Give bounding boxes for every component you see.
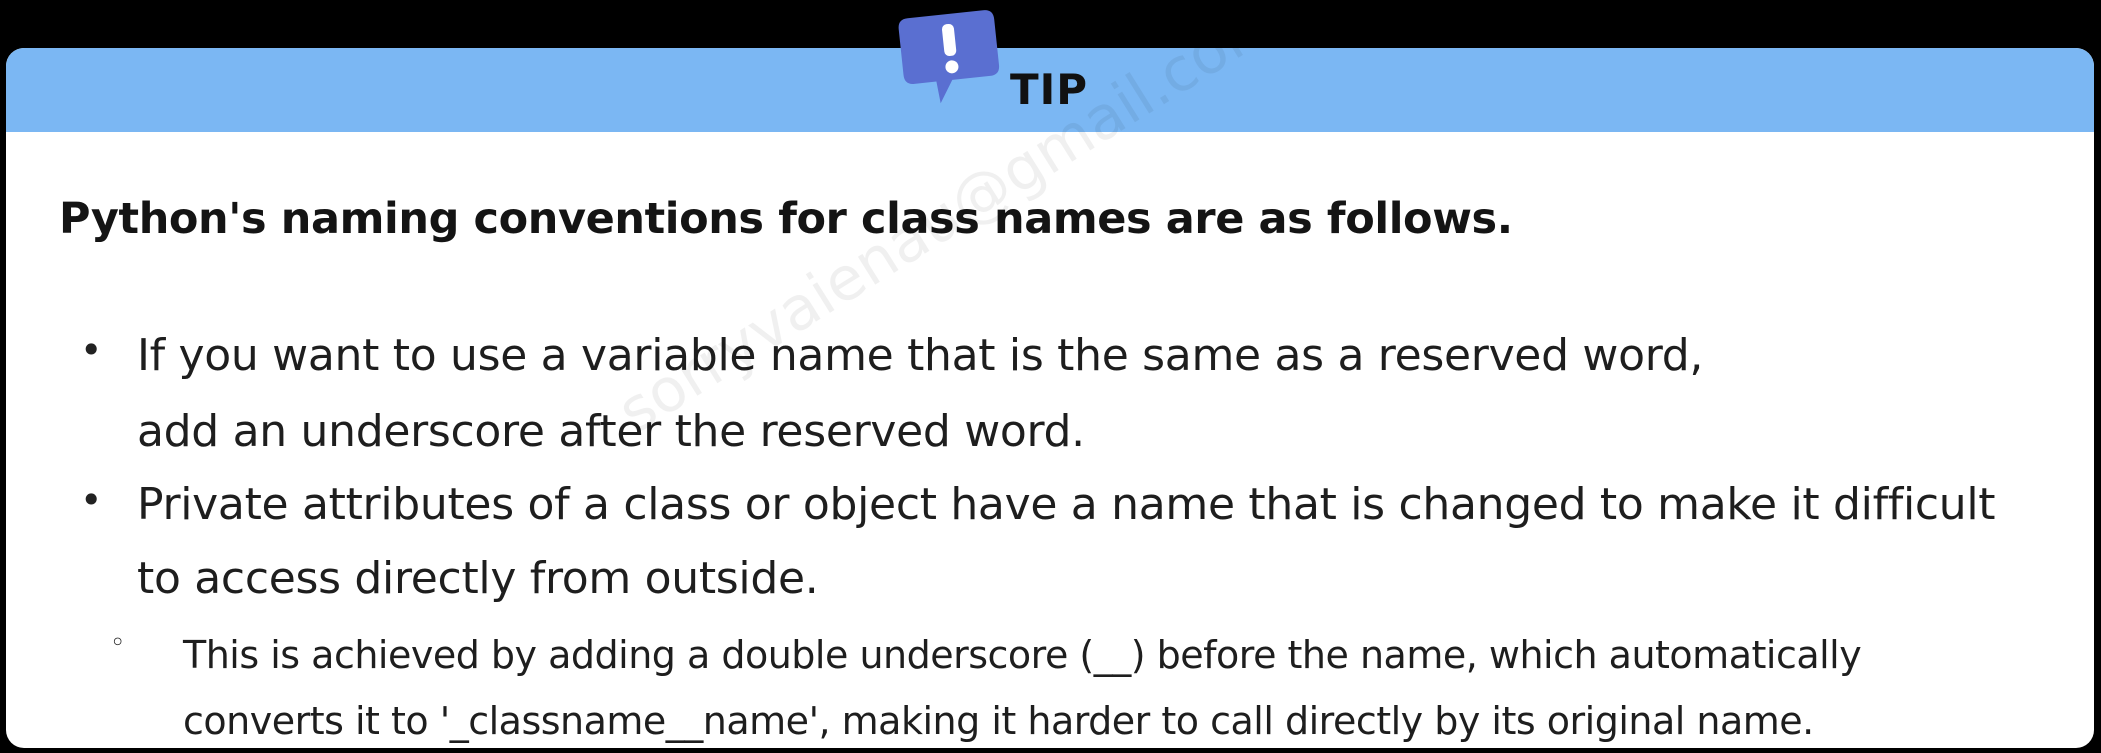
sub-bullet-marker: ◦ bbox=[110, 628, 126, 658]
exclamation-speech-bubble-icon bbox=[898, 10, 1000, 104]
bullet-item-private-attributes: Private attributes of a class or object … bbox=[137, 468, 1996, 616]
bullet-line: to access directly from outside. bbox=[137, 553, 819, 604]
bullet-item-reserved-word: If you want to use a variable name that … bbox=[137, 318, 1703, 470]
sub-bullet-item-name-mangling: This is achieved by adding a double unde… bbox=[183, 622, 1862, 748]
bullet-line: converts it to '_classname__name', makin… bbox=[183, 699, 1814, 743]
tip-heading: Python's naming conventions for class na… bbox=[59, 194, 1513, 244]
tip-card: Python's naming conventions for class na… bbox=[6, 48, 2094, 748]
bullet-line: add an underscore after the reserved wor… bbox=[137, 406, 1085, 457]
bullet-marker: • bbox=[80, 328, 103, 372]
bullet-marker: • bbox=[80, 478, 103, 522]
tip-label: TIP bbox=[1010, 65, 1089, 114]
bullet-line: This is achieved by adding a double unde… bbox=[183, 633, 1862, 677]
bullet-line: Private attributes of a class or object … bbox=[137, 479, 1996, 530]
tip-content: Python's naming conventions for class na… bbox=[6, 48, 2094, 748]
bullet-line: If you want to use a variable name that … bbox=[137, 330, 1704, 381]
